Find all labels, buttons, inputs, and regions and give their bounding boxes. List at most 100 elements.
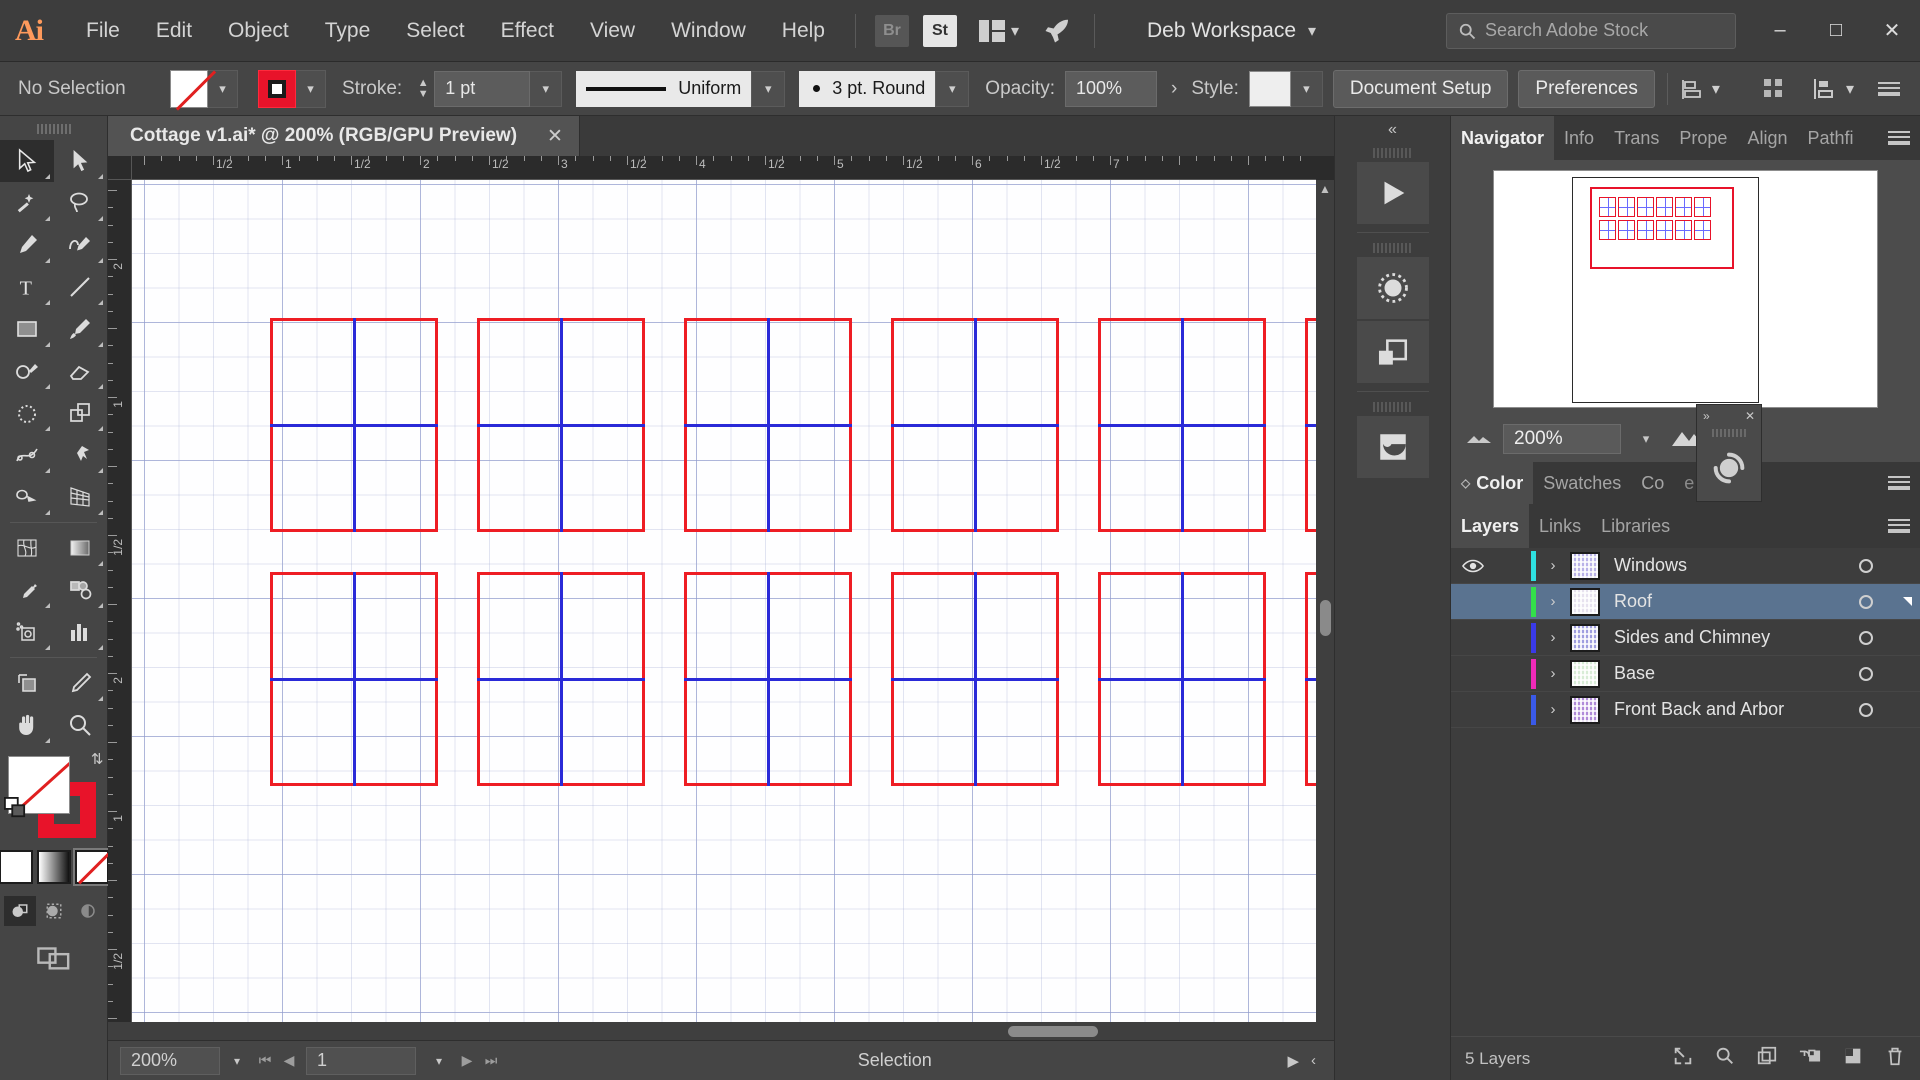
- duplicate-shape-icon[interactable]: [1356, 321, 1429, 383]
- layer-row[interactable]: › Front Back and Arbor: [1451, 692, 1920, 728]
- expand-layer-arrow[interactable]: ›: [1536, 593, 1570, 610]
- brush-definition-dropdown[interactable]: ▾: [935, 70, 970, 107]
- horizontal-scroll-thumb[interactable]: [1008, 1026, 1098, 1037]
- control-panel-menu-icon[interactable]: [1878, 81, 1900, 96]
- target-indicator-icon[interactable]: [1838, 630, 1894, 645]
- expand-layer-arrow[interactable]: ›: [1536, 701, 1570, 718]
- status-collapse-arrow[interactable]: ‹: [1311, 1052, 1316, 1069]
- chevron-down-icon[interactable]: ▾: [1712, 79, 1720, 99]
- eyedropper-tool[interactable]: [0, 569, 54, 611]
- tab-libraries[interactable]: Libraries: [1591, 504, 1680, 548]
- window-shape[interactable]: [270, 572, 438, 786]
- blend-tool[interactable]: [54, 569, 108, 611]
- stroke-weight-dropdown[interactable]: ▾: [530, 70, 563, 107]
- layer-name[interactable]: Sides and Chimney: [1600, 627, 1838, 648]
- arrange-documents-icon[interactable]: ▾: [968, 11, 1030, 51]
- layer-row[interactable]: › Base: [1451, 656, 1920, 692]
- hand-tool[interactable]: [0, 704, 54, 746]
- menu-file[interactable]: File: [68, 0, 138, 61]
- rectangle-tool[interactable]: [0, 308, 54, 350]
- layer-name[interactable]: Roof: [1600, 591, 1838, 612]
- stroke-dropdown-arrow[interactable]: ▾: [296, 69, 326, 108]
- layer-name[interactable]: Windows: [1600, 555, 1838, 576]
- free-transform-tool[interactable]: [54, 434, 108, 476]
- eraser-tool[interactable]: [54, 350, 108, 392]
- zoom-tool[interactable]: [54, 704, 108, 746]
- graphic-style-swatch[interactable]: [1248, 70, 1291, 107]
- target-indicator-icon[interactable]: [1838, 594, 1894, 609]
- create-new-sublayer-icon[interactable]: [1798, 1045, 1822, 1072]
- opacity-more-arrow[interactable]: ›: [1171, 78, 1177, 100]
- menu-window[interactable]: Window: [653, 0, 764, 61]
- window-shape[interactable]: [477, 318, 645, 532]
- dock-group-grip-2[interactable]: [1372, 243, 1413, 253]
- bridge-icon[interactable]: Br: [872, 11, 912, 51]
- dock-group-grip-1[interactable]: [1372, 148, 1413, 158]
- navigator-panel-menu-icon[interactable]: [1878, 116, 1920, 160]
- locate-object-icon[interactable]: [1672, 1045, 1694, 1072]
- tab-transform[interactable]: Trans: [1604, 116, 1669, 160]
- status-expand-arrow[interactable]: ▶: [1287, 1052, 1299, 1070]
- tab-swatches[interactable]: Swatches: [1533, 462, 1631, 504]
- layer-row[interactable]: › Windows: [1451, 548, 1920, 584]
- stroke-color-swatch[interactable]: [258, 69, 296, 108]
- menu-view[interactable]: View: [572, 0, 653, 61]
- navigator-preview[interactable]: [1493, 170, 1878, 408]
- menu-type[interactable]: Type: [307, 0, 389, 61]
- zoom-level-field[interactable]: 200%: [120, 1046, 220, 1075]
- draw-inside-icon[interactable]: [72, 896, 104, 926]
- horizontal-ruler[interactable]: 1/2 1 1/2 2 1/2 3 1/2 4 1/2 5 1/2 6 1/2 7: [132, 156, 1316, 180]
- scale-tool[interactable]: [54, 392, 108, 434]
- layer-row[interactable]: › Sides and Chimney: [1451, 620, 1920, 656]
- none-swatch-button[interactable]: [72, 848, 111, 886]
- draw-behind-icon[interactable]: [38, 896, 70, 926]
- gradient-tool[interactable]: [54, 527, 108, 569]
- next-artboard-button[interactable]: ▶: [456, 1052, 478, 1069]
- shape-builder-tool[interactable]: [0, 476, 54, 518]
- menu-edit[interactable]: Edit: [138, 0, 210, 61]
- layer-name[interactable]: Base: [1600, 663, 1838, 684]
- floating-mini-panel[interactable]: » ✕: [1696, 404, 1762, 502]
- slice-tool[interactable]: [54, 662, 108, 704]
- distribute-icon[interactable]: [1812, 77, 1836, 101]
- search-icon[interactable]: [1714, 1045, 1736, 1072]
- document-tab[interactable]: Cottage v1.ai* @ 200% (RGB/GPU Preview) …: [108, 116, 580, 156]
- stock-icon[interactable]: St: [920, 11, 960, 51]
- stroke-weight-stepper[interactable]: ▲ ▼: [412, 72, 434, 106]
- target-indicator-icon[interactable]: [1838, 558, 1894, 573]
- dashed-circle-icon[interactable]: [1356, 257, 1429, 319]
- dock-group-grip-3[interactable]: [1372, 402, 1413, 412]
- scroll-up-icon[interactable]: ▲: [1319, 180, 1331, 198]
- align-options-icon[interactable]: [1680, 77, 1706, 101]
- artboard-canvas[interactable]: [132, 180, 1316, 1022]
- graphic-style-dropdown[interactable]: ▾: [1290, 70, 1323, 107]
- stroke-weight-field[interactable]: 1 pt: [434, 70, 531, 107]
- shaper-tool[interactable]: [0, 350, 54, 392]
- window-shape[interactable]: [891, 572, 1059, 786]
- paintbrush-tool[interactable]: [54, 308, 108, 350]
- change-screen-mode-icon[interactable]: [36, 942, 71, 977]
- window-shape[interactable]: [684, 318, 852, 532]
- symbol-sprayer-tool[interactable]: [0, 611, 54, 653]
- menu-effect[interactable]: Effect: [483, 0, 572, 61]
- rotate-refresh-icon[interactable]: [1697, 439, 1761, 497]
- stroke-profile-dropdown[interactable]: ▾: [751, 70, 786, 107]
- first-artboard-button[interactable]: ⏮: [254, 1052, 276, 1069]
- color-swatch-button[interactable]: [0, 850, 33, 884]
- menu-select[interactable]: Select: [388, 0, 482, 61]
- close-button[interactable]: ✕: [1864, 0, 1920, 62]
- make-clipping-mask-icon[interactable]: [1756, 1045, 1778, 1072]
- delete-selection-icon[interactable]: [1884, 1045, 1906, 1072]
- workspace-switcher[interactable]: Deb Workspace ▾: [1147, 19, 1316, 43]
- selection-tool[interactable]: [0, 140, 54, 182]
- create-new-layer-icon[interactable]: [1842, 1045, 1864, 1072]
- last-artboard-button[interactable]: ⏭: [480, 1052, 502, 1069]
- opacity-field[interactable]: 100%: [1065, 70, 1157, 107]
- brush-definition-select[interactable]: 3 pt. Round: [799, 70, 936, 107]
- layers-list[interactable]: › Windows › Roof › Sides and Chimney › Base › Fro…: [1451, 548, 1920, 1036]
- visibility-eye-icon[interactable]: [1451, 558, 1495, 574]
- window-shape[interactable]: [1305, 572, 1316, 786]
- column-graph-tool[interactable]: [54, 611, 108, 653]
- window-shape[interactable]: [477, 572, 645, 786]
- width-tool[interactable]: [0, 434, 54, 476]
